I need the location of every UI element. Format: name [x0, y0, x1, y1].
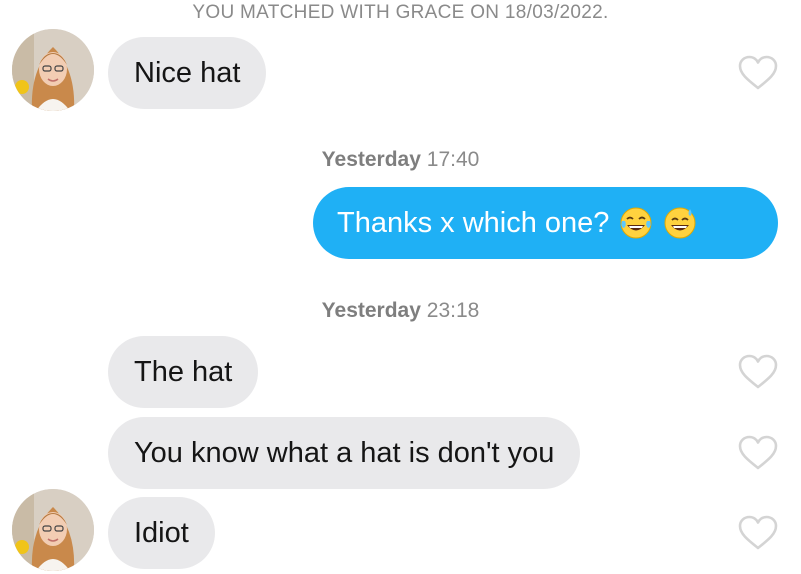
- timestamp-day: Yesterday: [321, 148, 421, 171]
- match-banner: YOU MATCHED WITH GRACE ON 18/03/2022.: [192, 2, 609, 23]
- message-text: The hat: [134, 356, 233, 388]
- timestamp-time: 23:18: [426, 299, 480, 322]
- heart-outline-icon[interactable]: [738, 354, 778, 390]
- timestamp: Yesterday 17:40: [0, 146, 801, 174]
- timestamp-day: Yesterday: [321, 299, 421, 322]
- message-text: You know what a hat is don't you: [134, 437, 555, 469]
- message-bubble-received[interactable]: The hat: [108, 336, 259, 408]
- message-text: Nice hat: [134, 57, 241, 89]
- timestamp-time: 17:40: [426, 148, 480, 171]
- message-text: Idiot: [134, 517, 189, 549]
- message-bubble-received[interactable]: You know what a hat is don't you: [108, 417, 581, 489]
- heart-outline-icon[interactable]: [738, 435, 778, 471]
- grinning-face-with-sweat-emoji: [663, 206, 697, 240]
- face-with-tears-of-joy-emoji: [619, 206, 653, 240]
- message-text: Thanks x which one?: [337, 207, 610, 239]
- message-bubble-sent[interactable]: Thanks x which one?: [313, 187, 778, 259]
- heart-outline-icon[interactable]: [738, 55, 778, 91]
- message-bubble-received[interactable]: Idiot: [108, 497, 215, 569]
- grace-avatar[interactable]: [12, 29, 94, 111]
- grace-avatar[interactable]: [12, 489, 94, 571]
- message-bubble-received[interactable]: Nice hat: [108, 37, 267, 109]
- heart-outline-icon[interactable]: [738, 515, 778, 551]
- timestamp: Yesterday 23:18: [0, 297, 801, 325]
